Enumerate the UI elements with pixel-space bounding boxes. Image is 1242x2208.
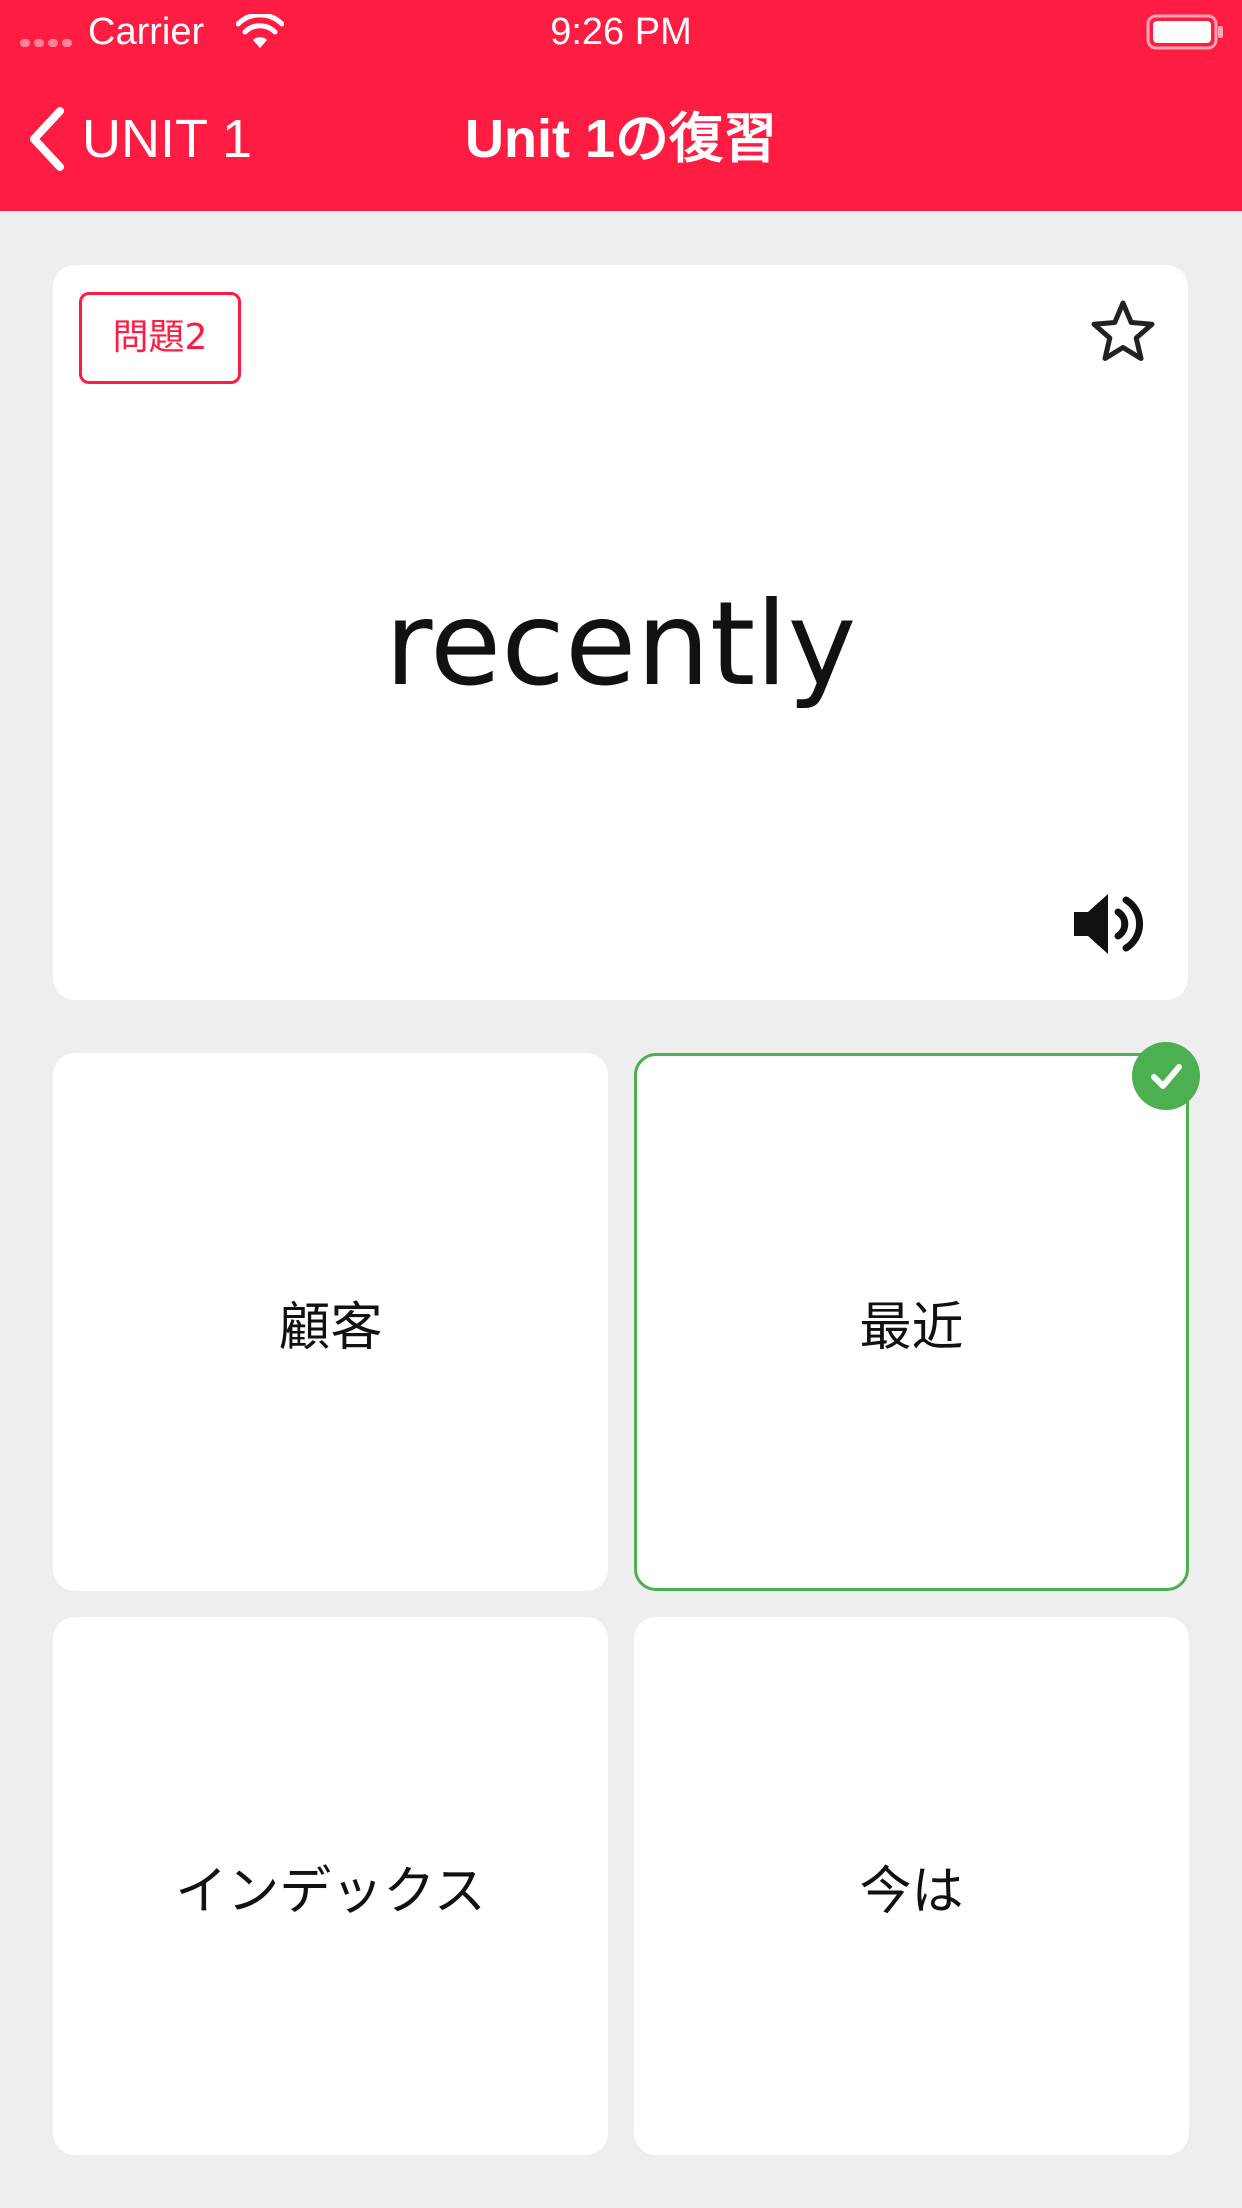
question-card: 問題2 recently (53, 265, 1188, 1000)
answer-choice[interactable]: インデックス (53, 1617, 608, 2155)
answer-choice-label: 顧客 (278, 1297, 383, 1358)
answer-choice-correct[interactable]: 最近 (634, 1042, 1200, 1591)
answer-choice[interactable]: 顧客 (53, 1053, 608, 1591)
page-title: Unit 1の復習 (464, 109, 777, 169)
speaker-icon[interactable] (1070, 882, 1154, 966)
answer-choice-label: 最近 (859, 1297, 964, 1358)
correct-check-badge (1132, 1042, 1200, 1110)
header: Carrier 9:26 PM UNIT 1 Unit 1の復習 (0, 0, 1242, 211)
question-number-badge: 問題2 (79, 292, 241, 384)
answer-choice-label: インデックス (175, 1861, 486, 1922)
battery-icon (1146, 14, 1223, 50)
status-time: 9:26 PM (550, 11, 692, 53)
status-bar: Carrier 9:26 PM (0, 0, 1242, 64)
question-word: recently (384, 577, 857, 712)
checkmark-icon (1151, 1064, 1182, 1089)
star-outline-icon[interactable] (1088, 297, 1158, 367)
answer-choice-label: 今は (859, 1861, 964, 1922)
answer-choice[interactable]: 今は (634, 1617, 1189, 2155)
